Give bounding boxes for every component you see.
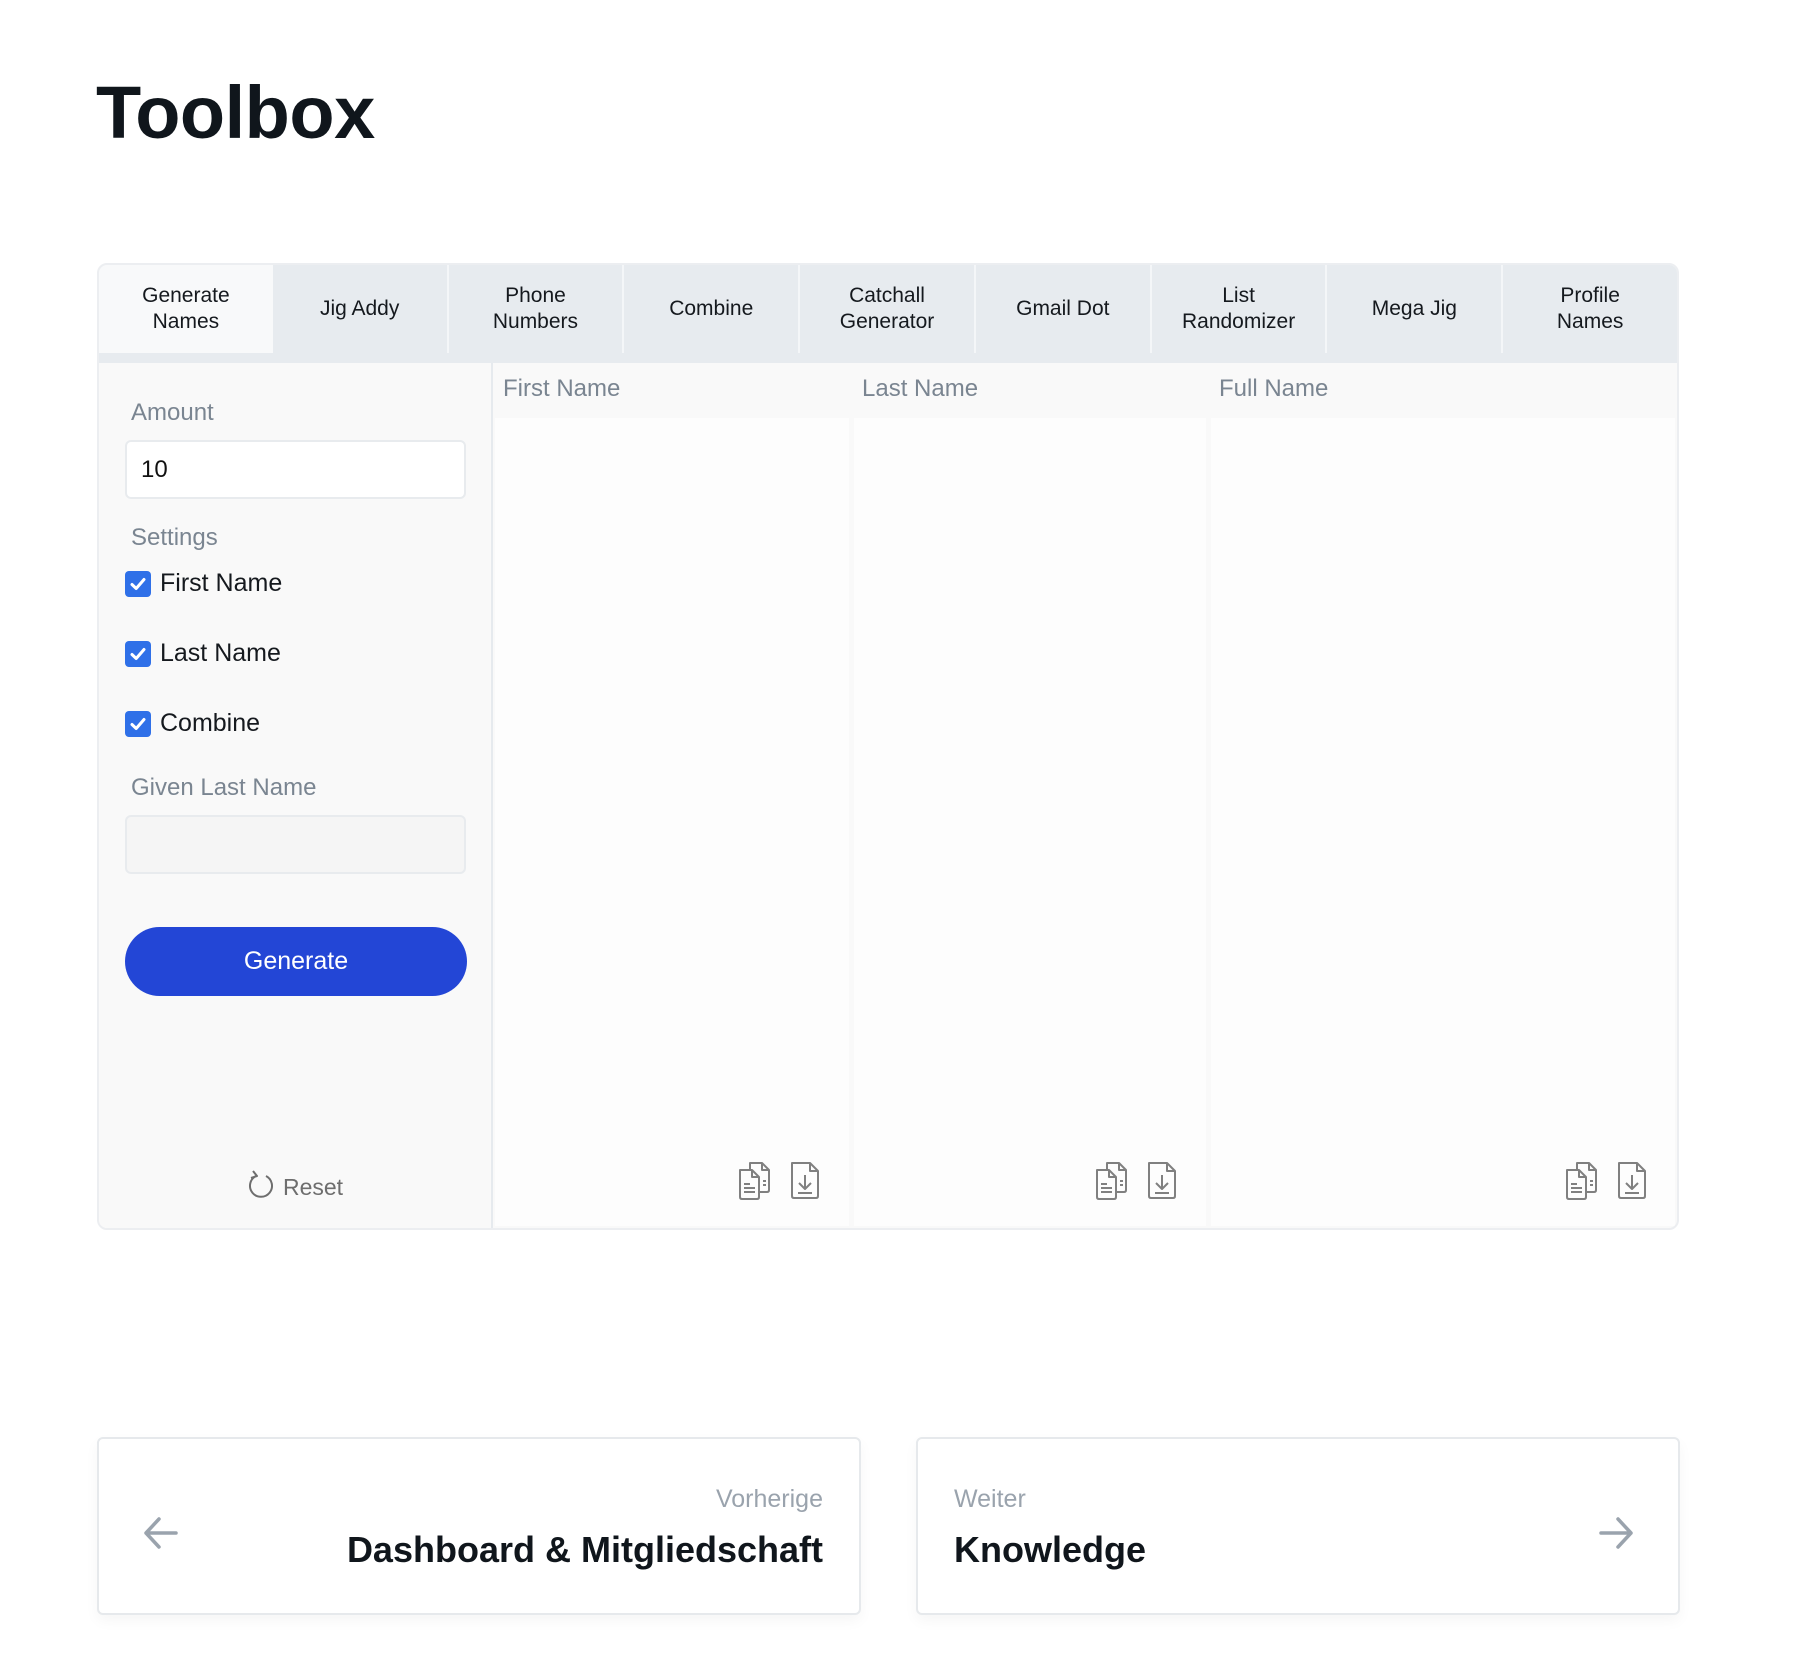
refresh-icon — [247, 1169, 275, 1205]
checkbox-checked-icon[interactable] — [125, 570, 151, 597]
checkbox-label: Last Name — [160, 639, 281, 667]
results-panel: First Name Last Name Full Name — [495, 363, 1677, 1228]
column-header: First Name — [503, 375, 621, 402]
tab-combine[interactable]: Combine — [622, 265, 798, 353]
checkbox-checked-icon[interactable] — [125, 640, 151, 667]
last-name-output[interactable] — [854, 418, 1206, 1226]
next-title: Knowledge — [954, 1529, 1147, 1570]
previous-caption: Vorherige — [715, 1485, 823, 1513]
tab-mega-jig[interactable]: Mega Jig — [1325, 265, 1501, 353]
column-last-name: Last Name — [854, 363, 1206, 1228]
column-full-name: Full Name — [1211, 363, 1675, 1228]
reset-label: Reset — [282, 1173, 344, 1200]
column-header: Full Name — [1219, 375, 1329, 402]
first-name-output[interactable] — [495, 418, 849, 1226]
tab-generate-names[interactable]: Generate Names — [99, 265, 273, 353]
column-actions — [1564, 1160, 1648, 1202]
arrow-left-icon — [141, 1513, 181, 1558]
tab-jig-addy[interactable]: Jig Addy — [273, 265, 447, 353]
arrow-right-icon — [1596, 1513, 1636, 1558]
settings-label: Settings — [131, 524, 218, 551]
download-icon[interactable] — [789, 1160, 821, 1202]
reset-button[interactable]: Reset — [99, 1169, 491, 1205]
previous-page-link[interactable]: Vorherige Dashboard & Mitgliedschaft — [97, 1437, 861, 1615]
tab-gmail-dot[interactable]: Gmail Dot — [973, 265, 1150, 353]
checkbox-combine[interactable]: Combine — [125, 709, 260, 738]
checkbox-first-name[interactable]: First Name — [125, 569, 282, 598]
next-caption: Weiter — [954, 1485, 1026, 1513]
column-actions — [737, 1160, 821, 1202]
toolbox-card: Generate Names Jig Addy Phone Numbers Co… — [97, 263, 1679, 1230]
download-icon[interactable] — [1146, 1160, 1178, 1202]
column-first-name: First Name — [495, 363, 849, 1228]
checkbox-last-name[interactable]: Last Name — [125, 639, 281, 668]
tab-phone-numbers[interactable]: Phone Numbers — [446, 265, 623, 353]
checkbox-label: Combine — [160, 709, 261, 737]
previous-title: Dashboard & Mitgliedschaft — [346, 1529, 823, 1570]
tab-list-randomizer[interactable]: List Randomizer — [1149, 265, 1326, 353]
copy-icon[interactable] — [737, 1160, 775, 1202]
tab-profile-names[interactable]: Profile Names — [1501, 265, 1677, 353]
settings-sidebar: Amount Settings First Name Last Name Com… — [99, 363, 493, 1228]
column-actions — [1094, 1160, 1178, 1202]
amount-label: Amount — [131, 399, 214, 426]
given-last-name-input[interactable] — [125, 815, 466, 874]
full-name-output[interactable] — [1211, 418, 1675, 1226]
tab-bar: Generate Names Jig Addy Phone Numbers Co… — [99, 265, 1677, 363]
column-header: Last Name — [862, 375, 979, 402]
tab-catchall-generator[interactable]: Catchall Generator — [798, 265, 974, 353]
checkbox-checked-icon[interactable] — [125, 710, 151, 737]
page-title: Toolbox — [96, 71, 375, 154]
copy-icon[interactable] — [1564, 1160, 1602, 1202]
next-page-link[interactable]: Weiter Knowledge — [916, 1437, 1680, 1615]
download-icon[interactable] — [1616, 1160, 1648, 1202]
generate-button[interactable]: Generate — [125, 927, 467, 996]
checkbox-label: First Name — [160, 569, 283, 597]
copy-icon[interactable] — [1094, 1160, 1132, 1202]
amount-input[interactable] — [125, 440, 466, 499]
given-last-name-label: Given Last Name — [131, 774, 317, 801]
